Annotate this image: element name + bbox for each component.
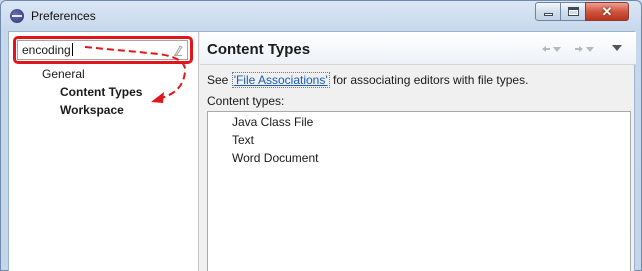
close-icon: ✕ <box>601 4 613 19</box>
file-associations-hint: See 'File Associations' for associating … <box>207 72 529 88</box>
filter-input-value: encoding <box>22 43 71 57</box>
hint-suffix: for associating editors with file types. <box>329 73 529 87</box>
minimize-button[interactable] <box>535 2 561 21</box>
hint-prefix: See <box>207 73 232 87</box>
file-associations-link[interactable]: 'File Associations' <box>231 72 330 88</box>
window-title: Preferences <box>31 9 96 23</box>
content-types-tree[interactable]: Java Class File Text Word Document <box>207 111 631 271</box>
close-button[interactable]: ✕ <box>585 2 629 21</box>
maximize-icon <box>567 7 579 16</box>
content-type-word-document[interactable]: Word Document <box>232 151 318 165</box>
forward-arrow-icon <box>575 46 594 52</box>
page-header: Content Types <box>200 32 636 65</box>
content-types-label: Content types: <box>207 94 285 108</box>
dialog-client-area: encoding General Content Types Workspace… <box>8 31 636 271</box>
preference-tree-panel: encoding General Content Types Workspace <box>9 32 199 271</box>
tree-item-workspace[interactable]: Workspace <box>60 103 124 117</box>
preference-page: Content Types See 'File Associations' fo… <box>200 32 636 271</box>
minimize-icon <box>543 13 553 16</box>
maximize-button[interactable] <box>560 2 586 21</box>
page-title: Content Types <box>207 41 311 58</box>
view-menu-icon[interactable] <box>612 45 622 51</box>
text-caret <box>71 43 73 56</box>
back-arrow-icon <box>542 46 561 52</box>
title-bar[interactable]: Preferences ✕ <box>1 1 641 31</box>
tree-item-content-types[interactable]: Content Types <box>60 85 142 99</box>
content-type-text[interactable]: Text <box>232 133 254 147</box>
tree-item-general[interactable]: General <box>42 67 85 81</box>
content-type-java-class-file[interactable]: Java Class File <box>232 115 313 129</box>
filter-input[interactable]: encoding <box>17 40 188 60</box>
eraser-icon[interactable] <box>173 44 183 56</box>
back-button[interactable] <box>541 43 563 55</box>
preferences-window: Preferences ✕ encoding General Content T <box>0 0 642 271</box>
eclipse-icon <box>10 9 24 23</box>
forward-button[interactable] <box>574 43 596 55</box>
